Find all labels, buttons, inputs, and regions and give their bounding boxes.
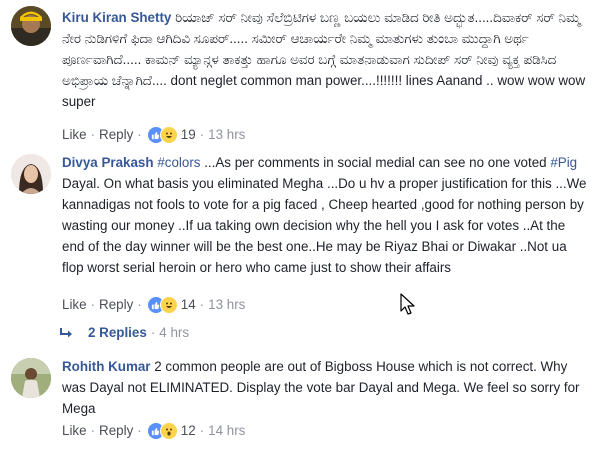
avatar[interactable] <box>11 154 51 194</box>
avatar[interactable] <box>11 6 51 46</box>
reply-link[interactable]: Reply <box>99 126 133 144</box>
comment-actions: Like · Reply · 19 · 13 hrs <box>62 126 245 144</box>
reaction-count: 14 <box>180 297 196 312</box>
haha-reaction-icon <box>159 296 178 314</box>
reaction-count: 12 <box>180 423 196 438</box>
profile-photo <box>11 6 51 46</box>
reactions-summary[interactable]: 19 <box>146 126 196 144</box>
separator: · <box>137 423 142 438</box>
reply-link[interactable]: Reply <box>99 422 133 440</box>
hashtag-link[interactable]: #colors <box>157 155 200 170</box>
profile-photo <box>11 358 51 398</box>
replies-label[interactable]: 2 Replies <box>88 325 147 340</box>
like-link[interactable]: Like <box>62 422 87 440</box>
comment-body: Kiru Kiran Shetty ರಿಯಾಜ್ ಸರ್ ನೀವು ಸೆಲೆಬ್… <box>62 7 590 112</box>
profile-photo <box>11 154 51 194</box>
replies-timestamp: 4 hrs <box>159 325 190 340</box>
separator: · <box>199 423 205 438</box>
reactions-summary[interactable]: 14 <box>146 296 196 314</box>
timestamp[interactable]: 14 hrs <box>208 422 245 440</box>
comment-text: Dayal. On what basis you eliminated Megh… <box>62 176 587 275</box>
comment-body: Divya Prakash #colors ...As per comments… <box>62 152 590 278</box>
separator: · <box>137 297 142 312</box>
reactions-summary[interactable]: 12 <box>146 422 196 440</box>
reaction-count: 19 <box>180 127 196 142</box>
wow-reaction-icon <box>159 422 178 440</box>
comment-author[interactable]: Rohith Kumar <box>62 359 151 374</box>
comment-actions: Like · Reply · 14 · 13 hrs <box>62 296 245 314</box>
reply-link[interactable]: Reply <box>99 296 133 314</box>
comment-actions: Like · Reply · 12 · 14 hrs <box>62 422 245 440</box>
separator: · <box>137 127 142 142</box>
separator: · <box>90 127 96 142</box>
separator: · <box>199 297 205 312</box>
view-replies-link[interactable]: 2 Replies · 4 hrs <box>60 325 189 340</box>
like-link[interactable]: Like <box>62 296 87 314</box>
like-link[interactable]: Like <box>62 126 87 144</box>
separator: · <box>90 297 96 312</box>
separator: · <box>90 423 96 438</box>
hashtag-link[interactable]: #Pig <box>550 155 577 170</box>
avatar[interactable] <box>11 358 51 398</box>
comment-author[interactable]: Kiru Kiran Shetty <box>62 10 171 25</box>
comment-author[interactable]: Divya Prakash <box>62 155 154 170</box>
haha-reaction-icon <box>159 126 178 144</box>
separator: · <box>150 325 156 340</box>
separator: · <box>199 127 205 142</box>
comment-text: ...As per comments in social medial can … <box>200 155 551 170</box>
reply-arrow-icon <box>60 327 72 337</box>
comment-body: Rohith Kumar 2 common people are out of … <box>62 356 590 419</box>
mouse-cursor-icon <box>400 293 415 315</box>
timestamp[interactable]: 13 hrs <box>208 296 245 314</box>
timestamp[interactable]: 13 hrs <box>208 126 245 144</box>
